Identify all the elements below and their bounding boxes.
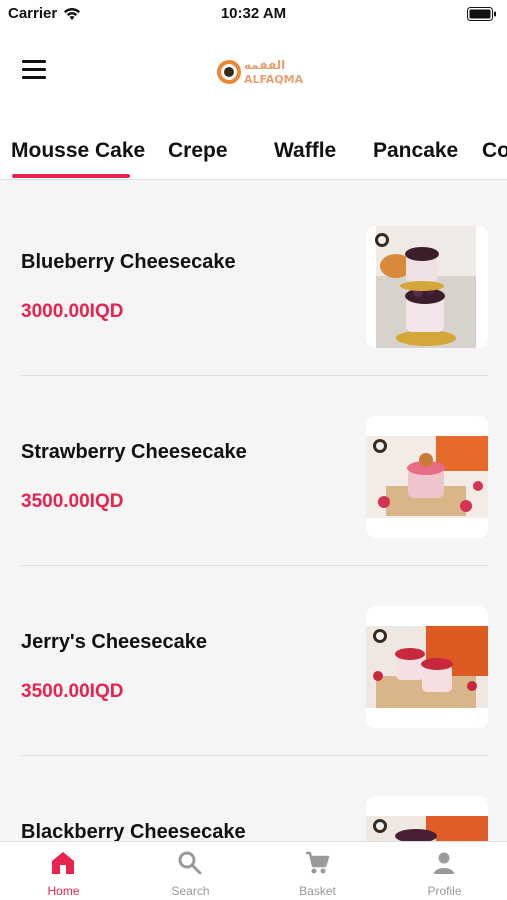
product-name: Blueberry Cheesecake <box>21 251 236 273</box>
tab-waffle[interactable]: Waffle <box>274 139 336 163</box>
product-item-jerrys-cheesecake[interactable]: Jerry's Cheesecake 3500.00IQD <box>0 561 507 750</box>
svg-text:ALFAQMA: ALFAQMA <box>244 73 304 86</box>
profile-icon <box>434 852 454 874</box>
home-icon <box>52 852 74 874</box>
menu-icon-bar <box>22 60 46 63</box>
category-tabs: Mousse Cake Crepe Waffle Pancake Co <box>0 120 507 180</box>
menu-icon-bar <box>22 76 46 79</box>
jerrys-cheesecake-photo <box>366 626 488 708</box>
product-image <box>366 226 488 348</box>
battery-icon <box>467 7 496 21</box>
bottom-navigation: Home Search Basket Profile <box>0 841 507 900</box>
product-image <box>366 796 488 841</box>
blueberry-cheesecake-photo <box>375 226 476 348</box>
nav-profile[interactable]: Profile <box>381 842 507 900</box>
product-item-blackberry-cheesecake[interactable]: Blackberry Cheesecake <box>0 751 507 841</box>
nav-search-label: Search <box>171 884 210 898</box>
brand-logo: الفقمه ALFAQMA <box>217 58 304 86</box>
nav-home-label: Home <box>47 884 80 898</box>
menu-icon-bar <box>22 68 46 71</box>
tab-pancake[interactable]: Pancake <box>373 139 458 163</box>
status-bar: Carrier 10:32 AM <box>0 0 507 30</box>
svg-text:الفقمه: الفقمه <box>244 58 285 72</box>
app-header: الفقمه ALFAQMA <box>0 30 507 120</box>
status-time: 10:32 AM <box>220 5 287 22</box>
nav-search[interactable]: Search <box>127 842 254 900</box>
product-name: Blackberry Cheesecake <box>21 821 246 841</box>
product-name: Jerry's Cheesecake <box>21 631 208 653</box>
blackberry-cheesecake-photo <box>366 816 488 841</box>
menu-button[interactable] <box>22 60 48 82</box>
product-name: Strawberry Cheesecake <box>21 441 247 463</box>
product-image <box>366 606 488 728</box>
nav-basket-label: Basket <box>299 884 336 898</box>
nav-profile-label: Profile <box>427 884 462 898</box>
active-tab-indicator <box>12 174 130 178</box>
product-item-blueberry-cheesecake[interactable]: Blueberry Cheesecake 3000.00IQD <box>0 181 507 370</box>
product-item-strawberry-cheesecake[interactable]: Strawberry Cheesecake 3500.00IQD <box>0 371 507 560</box>
product-image <box>366 416 488 538</box>
tab-mousse-cake[interactable]: Mousse Cake <box>11 139 145 163</box>
tab-co[interactable]: Co <box>482 139 507 163</box>
nav-home[interactable]: Home <box>0 842 127 900</box>
nav-basket[interactable]: Basket <box>254 842 381 900</box>
product-list: Blueberry Cheesecake 3000.00IQD Strawber… <box>0 181 507 841</box>
product-price: 3500.00IQD <box>21 491 124 512</box>
cart-icon <box>306 851 330 874</box>
tab-crepe[interactable]: Crepe <box>168 139 228 163</box>
search-icon <box>178 851 202 875</box>
product-price: 3000.00IQD <box>21 301 124 322</box>
strawberry-cheesecake-photo <box>366 436 488 518</box>
product-price: 3500.00IQD <box>21 681 124 702</box>
